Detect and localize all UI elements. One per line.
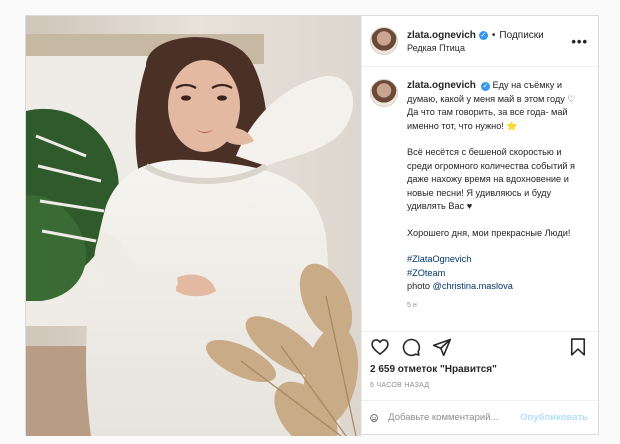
- instagram-post: zlata.ognevich ✓ • Подписки Редкая Птица…: [25, 15, 599, 436]
- likes-count[interactable]: 2 659 отметок "Нравится": [362, 361, 598, 375]
- mention-link[interactable]: @christina.maslova: [433, 281, 513, 291]
- separator-dot: •: [491, 29, 496, 41]
- username-link[interactable]: zlata.ognevich: [407, 30, 476, 41]
- avatar[interactable]: [370, 27, 398, 55]
- verified-badge-icon: ✓: [478, 30, 488, 40]
- caption-avatar[interactable]: [370, 79, 398, 107]
- caption-area: zlata.ognevich ✓ Еду на съёмку и думаю, к…: [362, 67, 598, 331]
- comment-icon[interactable]: [401, 337, 421, 357]
- post-photo-image: [26, 16, 361, 436]
- post-sidebar: zlata.ognevich ✓ • Подписки Редкая Птица…: [362, 16, 598, 434]
- photo-credit-prefix: photo: [407, 281, 433, 291]
- caption-age: 5 н: [407, 301, 417, 309]
- caption-paragraph: Хорошего дня, мои прекрасные Люди!: [407, 227, 571, 238]
- hashtag-link[interactable]: #ZlataOgnevich: [407, 253, 586, 267]
- publish-button[interactable]: Опубликовать: [520, 412, 588, 423]
- comment-input[interactable]: [388, 412, 521, 423]
- post-photo[interactable]: [26, 16, 362, 436]
- caption: zlata.ognevich ✓ Еду на съёмку и думаю, к…: [407, 79, 586, 331]
- caption-paragraph: Всё несётся с бешеной скоростью и среди …: [407, 147, 575, 211]
- user-block: zlata.ognevich ✓ • Подписки Редкая Птица: [407, 30, 544, 53]
- action-bar: [362, 331, 598, 361]
- emoji-icon[interactable]: [370, 409, 378, 427]
- heart-icon[interactable]: [370, 337, 390, 357]
- more-options-button[interactable]: •••: [571, 34, 588, 49]
- post-timestamp: 6 ЧАСОВ НАЗАД: [370, 382, 430, 389]
- caption-username[interactable]: zlata.ognevich: [407, 80, 476, 91]
- comment-bar: Опубликовать: [362, 400, 598, 434]
- location-link[interactable]: Редкая Птица: [407, 43, 544, 53]
- bookmark-icon[interactable]: [568, 337, 588, 357]
- following-button[interactable]: Подписки: [499, 30, 543, 41]
- verified-badge-icon: ✓: [480, 82, 490, 91]
- hashtag-link[interactable]: #ZOteam: [407, 267, 586, 281]
- share-icon[interactable]: [432, 337, 452, 357]
- post-header: zlata.ognevich ✓ • Подписки Редкая Птица…: [362, 16, 598, 67]
